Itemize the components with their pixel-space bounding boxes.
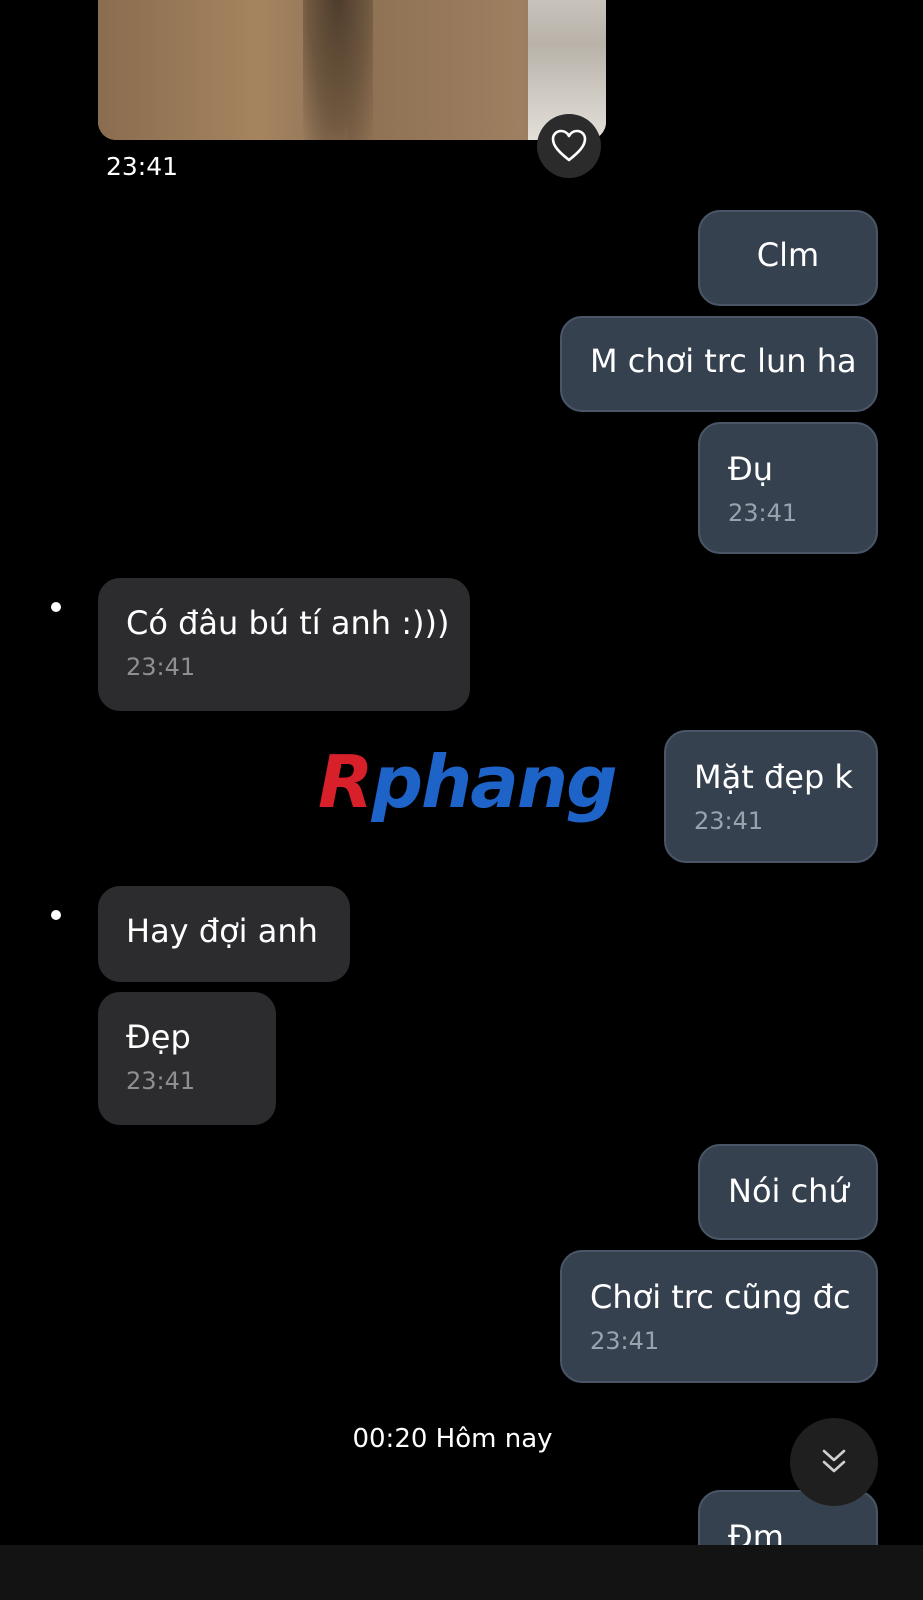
outgoing-message[interactable]: Clm (698, 210, 878, 306)
chat-screen: 23:41 Clm M chơi trc lun ha Đụ 23:41 Có … (0, 0, 923, 1600)
message-text: Mặt đẹp k (694, 758, 853, 796)
message-text: Nói chứ (728, 1172, 849, 1210)
outgoing-message[interactable]: Đụ 23:41 (698, 422, 878, 554)
bottom-bar (0, 1545, 923, 1600)
message-time: 23:41 (694, 807, 764, 835)
message-time: 23:41 (590, 1327, 660, 1355)
scroll-to-bottom-button[interactable] (790, 1418, 878, 1506)
message-text: Đụ (728, 450, 774, 488)
message-text: Hay đợi anh (126, 912, 318, 950)
watermark-logo: Rphang (318, 740, 618, 824)
photo-region (98, 0, 328, 140)
double-chevron-down-icon (822, 1449, 846, 1473)
outgoing-message[interactable]: Nói chứ (698, 1144, 878, 1240)
message-time: 23:41 (126, 653, 196, 681)
watermark-letter: R (318, 740, 373, 824)
sender-indicator-dot (51, 910, 61, 920)
incoming-message[interactable]: Đẹp 23:41 (98, 992, 276, 1125)
photo-timestamp: 23:41 (106, 152, 179, 181)
like-button[interactable] (537, 114, 601, 178)
photo-region (303, 0, 373, 140)
message-time: 23:41 (126, 1067, 196, 1095)
sender-indicator-dot (51, 602, 61, 612)
message-time: 23:41 (728, 499, 798, 527)
message-text: Đẹp (126, 1018, 191, 1056)
message-text: Clm (756, 236, 820, 274)
watermark-text: phang (371, 740, 617, 824)
incoming-message[interactable]: Hay đợi anh (98, 886, 350, 982)
day-divider: 00:20 Hôm nay (352, 1424, 553, 1454)
message-text: Chơi trc cũng đc (590, 1278, 851, 1316)
outgoing-message[interactable]: Chơi trc cũng đc 23:41 (560, 1250, 878, 1383)
photo-attachment[interactable] (98, 0, 606, 140)
outgoing-message[interactable]: Mặt đẹp k 23:41 (664, 730, 878, 863)
incoming-message[interactable]: Có đâu bú tí anh :))) 23:41 (98, 578, 470, 711)
outgoing-message[interactable]: M chơi trc lun ha (560, 316, 878, 412)
message-text: M chơi trc lun ha (590, 342, 857, 380)
heart-icon (551, 129, 587, 162)
message-text: Có đâu bú tí anh :))) (126, 604, 450, 642)
